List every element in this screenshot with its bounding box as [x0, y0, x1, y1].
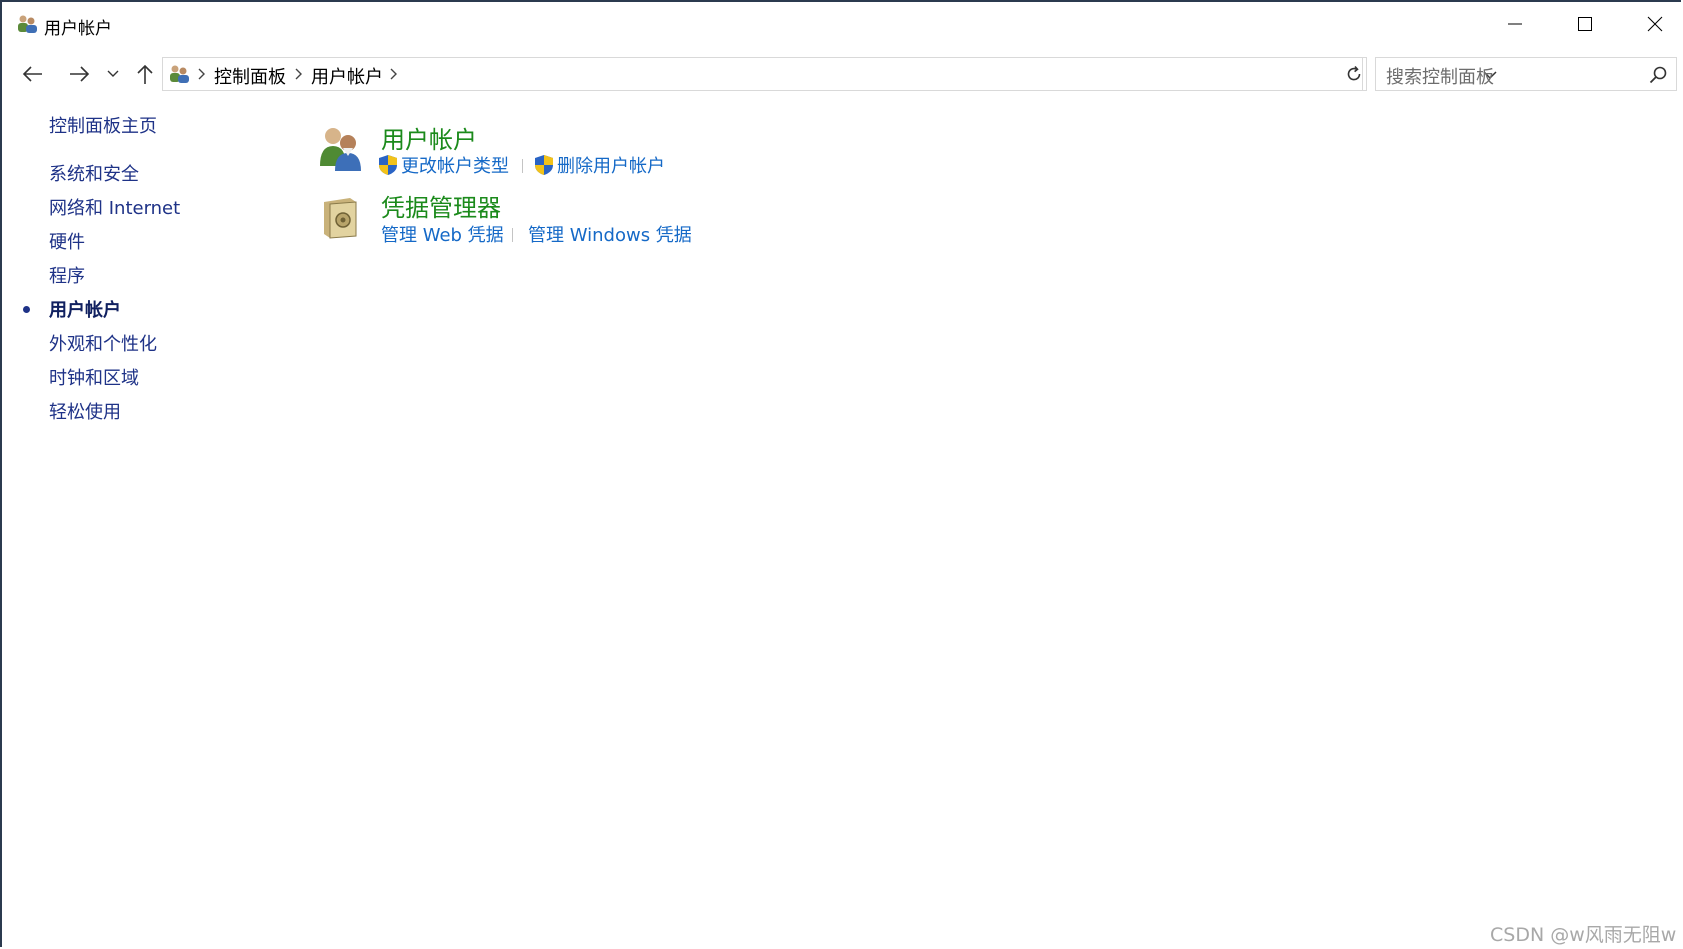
sidebar-item-ease-of-access[interactable]: 轻松使用	[49, 398, 121, 424]
chevron-down-icon	[107, 70, 119, 77]
watermark: CSDN @w风雨无阻w	[1490, 924, 1677, 946]
current-item-bullet	[23, 306, 30, 313]
delete-user-account-link[interactable]: 删除用户帐户	[534, 152, 665, 178]
task-separator	[512, 228, 513, 242]
search-icon[interactable]	[1648, 65, 1668, 85]
refresh-button[interactable]	[1341, 57, 1367, 91]
chevron-right-icon	[198, 68, 205, 80]
minimize-icon	[1508, 23, 1522, 25]
delete-user-account-label: 删除用户帐户	[557, 156, 665, 177]
sidebar-item-clock-region[interactable]: 时钟和区域	[49, 364, 139, 390]
change-account-type-label: 更改帐户类型	[401, 156, 509, 177]
safe-icon[interactable]	[320, 196, 360, 240]
arrow-left-icon	[22, 66, 42, 82]
uac-shield-icon	[535, 155, 553, 175]
close-button[interactable]	[1620, 2, 1683, 46]
arrow-up-icon	[137, 64, 153, 84]
users-icon[interactable]	[317, 126, 365, 172]
control-panel-window: 用户帐户 控制面板 用户帐户 搜索控制面板 控制面板主页 系统和安全 网络和 I…	[0, 0, 1681, 947]
sidebar-item-appearance[interactable]: 外观和个性化	[49, 330, 157, 356]
manage-windows-credentials-label: 管理 Windows 凭据	[528, 225, 692, 246]
sidebar-item-hardware[interactable]: 硬件	[49, 228, 85, 254]
recent-locations-button[interactable]	[102, 56, 124, 92]
search-input[interactable]: 搜索控制面板	[1375, 57, 1677, 91]
sidebar-item-control-panel-home[interactable]: 控制面板主页	[49, 112, 157, 138]
refresh-icon	[1347, 65, 1360, 81]
title-bar: 用户帐户	[2, 2, 1681, 46]
back-button[interactable]	[16, 56, 50, 92]
sidebar-item-network-internet[interactable]: 网络和 Internet	[49, 194, 180, 220]
arrow-right-icon	[70, 66, 90, 82]
users-icon	[170, 65, 189, 83]
manage-web-credentials-link[interactable]: 管理 Web 凭据	[381, 221, 504, 247]
task-separator	[522, 159, 523, 173]
sidebar-item-system-security[interactable]: 系统和安全	[49, 160, 139, 186]
category-title-credential-manager[interactable]: 凭据管理器	[381, 188, 501, 223]
maximize-icon	[1578, 17, 1592, 31]
search-placeholder: 搜索控制面板	[1386, 67, 1494, 88]
category-title-user-accounts[interactable]: 用户帐户	[381, 120, 477, 155]
sidebar-item-programs[interactable]: 程序	[49, 262, 85, 288]
address-bar[interactable]: 控制面板 用户帐户	[162, 57, 1497, 91]
window-title: 用户帐户	[44, 19, 112, 39]
maximize-button[interactable]	[1550, 2, 1620, 46]
chevron-right-icon[interactable]	[294, 67, 304, 81]
users-icon	[18, 15, 37, 33]
chevron-right-icon[interactable]	[389, 67, 399, 81]
breadcrumb-control-panel[interactable]: 控制面板	[214, 63, 286, 89]
manage-windows-credentials-link[interactable]: 管理 Windows 凭据	[528, 221, 692, 247]
minimize-button[interactable]	[1480, 2, 1550, 46]
change-account-type-link[interactable]: 更改帐户类型	[378, 152, 509, 178]
close-icon	[1647, 16, 1663, 32]
uac-shield-icon	[379, 155, 397, 175]
forward-button[interactable]	[62, 56, 96, 92]
manage-web-credentials-label: 管理 Web 凭据	[381, 225, 504, 246]
up-button[interactable]	[128, 56, 162, 92]
sidebar-item-user-accounts[interactable]: 用户帐户	[49, 296, 121, 322]
breadcrumb-user-accounts[interactable]: 用户帐户	[311, 63, 383, 89]
